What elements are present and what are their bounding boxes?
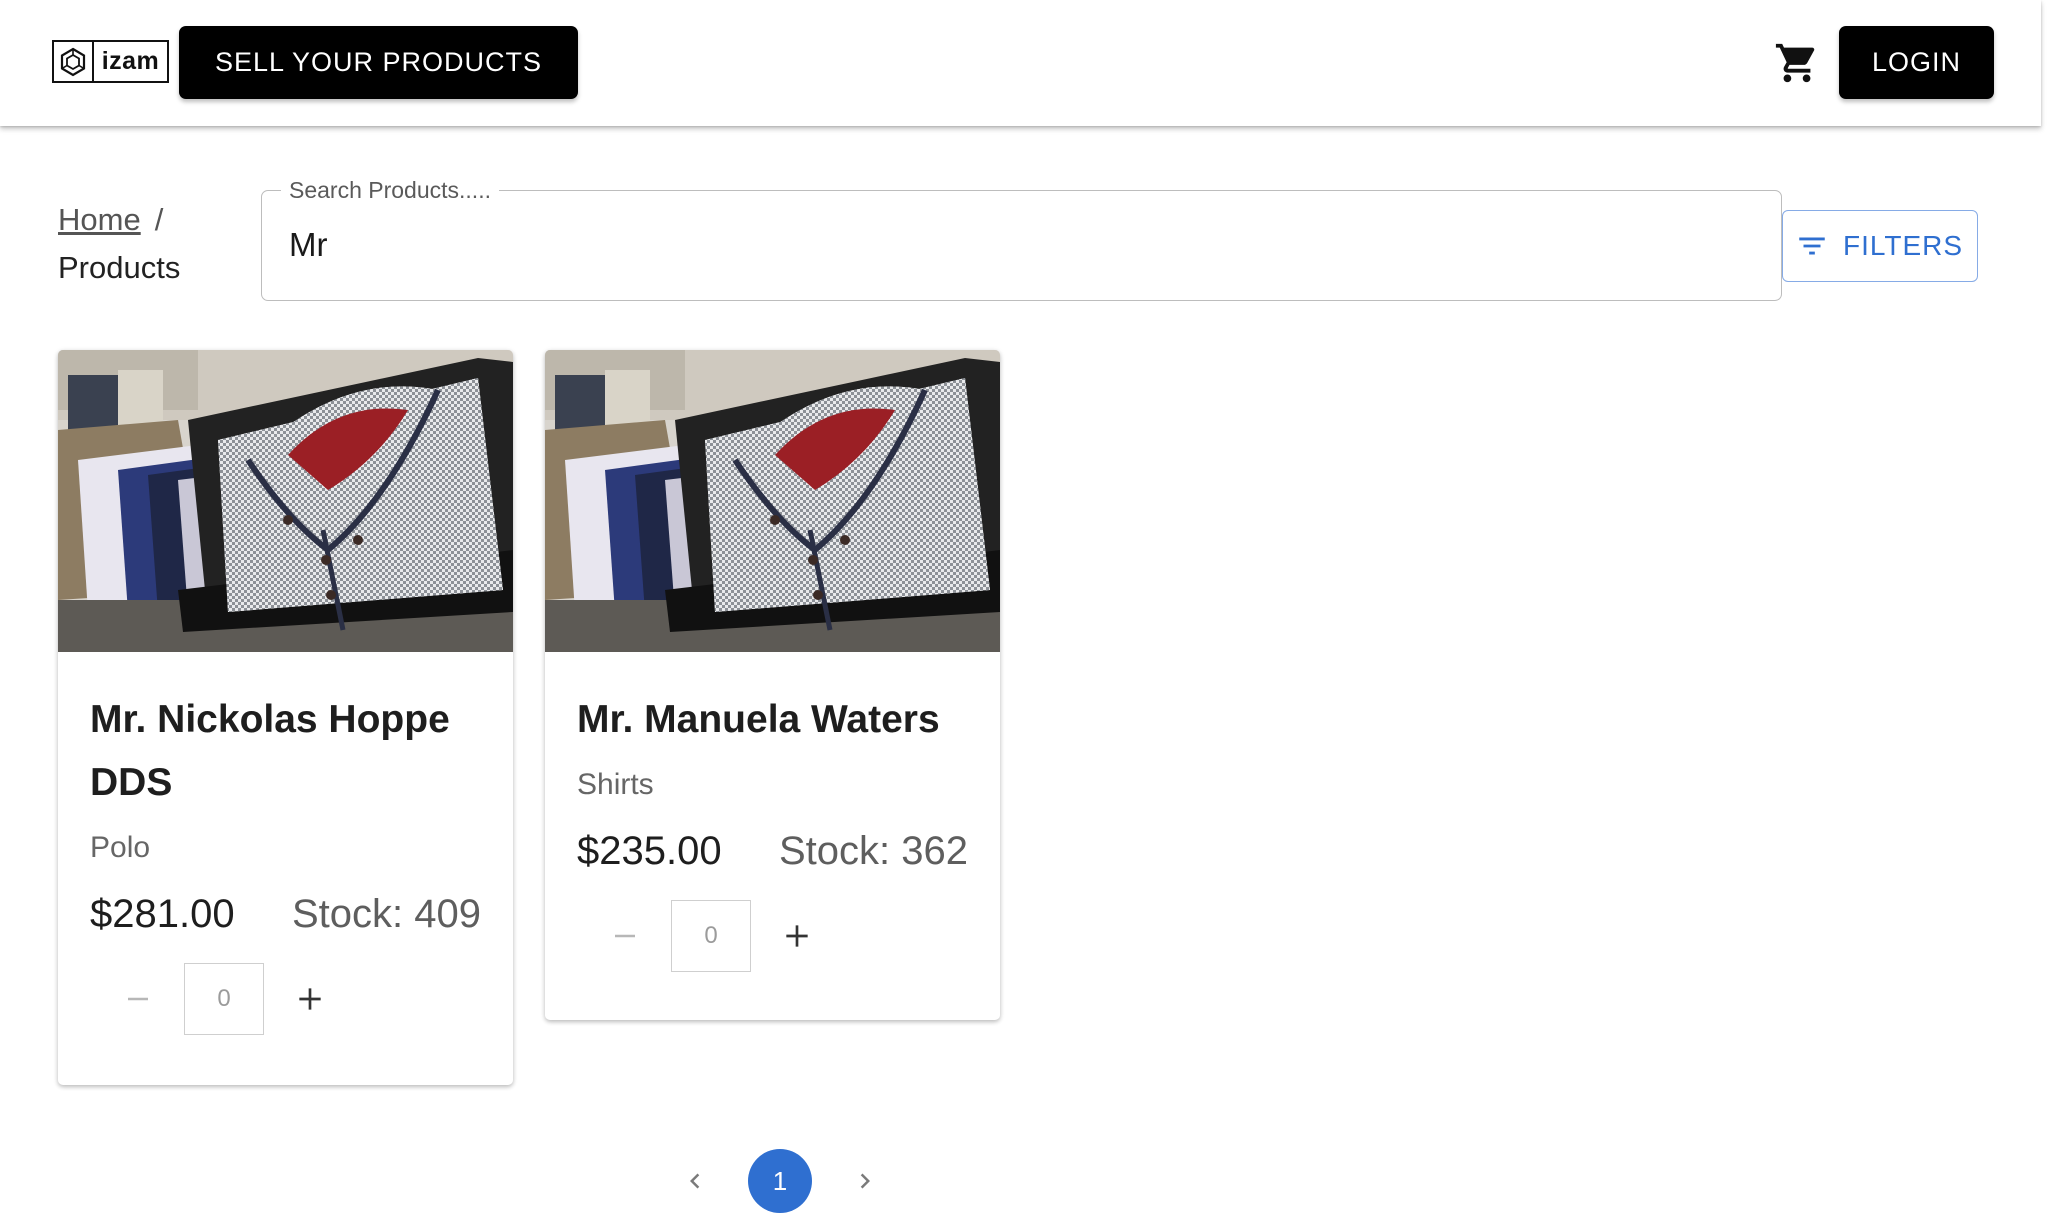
- shopping-cart-icon[interactable]: [1774, 40, 1820, 86]
- product-title: Mr. Nickolas Hoppe DDS: [90, 698, 450, 804]
- product-title: Mr. Manuela Waters: [577, 698, 940, 741]
- logo-text: izam: [101, 47, 160, 75]
- filter-list-icon: [1799, 237, 1825, 255]
- app-header: izam SELL YOUR PRODUCTS LOGIN: [0, 0, 2041, 126]
- minus-icon: [615, 934, 635, 938]
- previous-page-button[interactable]: [672, 1158, 718, 1204]
- sell-your-products-button[interactable]: SELL YOUR PRODUCTS: [179, 26, 578, 99]
- search-input[interactable]: [289, 219, 1729, 271]
- pagination: 1: [672, 1148, 888, 1214]
- chevron-right-icon: [860, 1173, 870, 1189]
- product-image: [545, 350, 1000, 652]
- quantity-stepper: [599, 900, 968, 972]
- quantity-input[interactable]: [671, 900, 751, 972]
- page-button-current[interactable]: 1: [748, 1149, 812, 1213]
- quantity-input[interactable]: [184, 963, 264, 1035]
- product-category: Shirts: [577, 768, 654, 801]
- minus-icon: [128, 997, 148, 1001]
- plus-icon: [299, 988, 321, 1010]
- login-button[interactable]: LOGIN: [1839, 26, 1994, 99]
- breadcrumb-current: Products: [58, 250, 181, 285]
- product-price: $281.00: [90, 892, 235, 936]
- decrease-quantity-button[interactable]: [599, 910, 651, 962]
- filters-label: FILTERS: [1843, 230, 1964, 261]
- product-category: Polo: [90, 831, 151, 864]
- increase-quantity-button[interactable]: [284, 973, 336, 1025]
- product-stock: Stock: 409: [291, 892, 481, 936]
- increase-quantity-button[interactable]: [771, 910, 823, 962]
- product-price: $235.00: [577, 829, 722, 873]
- filters-button[interactable]: FILTERS: [1782, 210, 1978, 282]
- quantity-stepper: [112, 963, 481, 1035]
- plus-icon: [786, 925, 808, 947]
- search-field[interactable]: Search Products.....: [261, 175, 1782, 301]
- next-page-button[interactable]: [842, 1158, 888, 1204]
- product-stock: Stock: 362: [778, 829, 968, 873]
- brand-logo[interactable]: izam: [52, 40, 169, 83]
- search-label: Search Products.....: [281, 175, 499, 205]
- product-image: [58, 350, 513, 652]
- decrease-quantity-button[interactable]: [112, 973, 164, 1025]
- product-card[interactable]: Mr. Nickolas Hoppe DDS Polo $281.00 Stoc…: [58, 350, 513, 1085]
- chevron-left-icon: [690, 1173, 700, 1189]
- breadcrumb-separator: /: [154, 202, 164, 237]
- product-card[interactable]: Mr. Manuela Waters Shirts $235.00 Stock:…: [545, 350, 1000, 1020]
- logo-icon: [54, 42, 94, 81]
- breadcrumb-home-link[interactable]: Home: [58, 202, 141, 237]
- breadcrumb: Home / Products: [58, 196, 218, 292]
